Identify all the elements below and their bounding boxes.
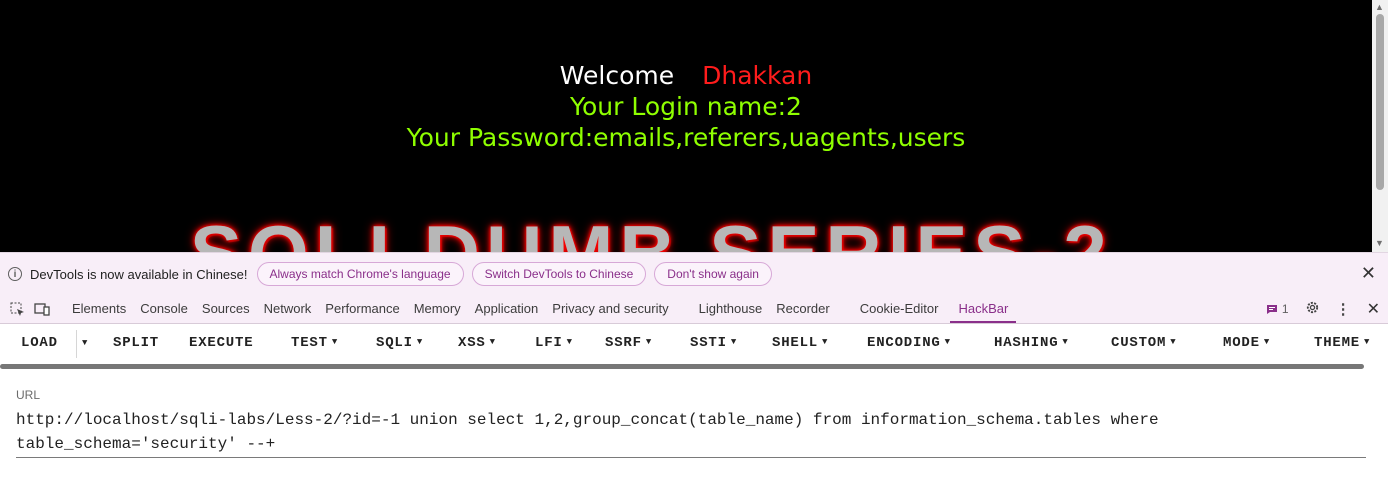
chevron-down-icon: ▼: [1263, 337, 1271, 347]
chevron-down-icon: ▼: [489, 337, 496, 347]
custom-menu-label: CUSTOM: [1111, 335, 1167, 351]
shell-menu-label: SHELL: [772, 335, 819, 351]
shell-menu[interactable]: SHELL ▼: [772, 335, 828, 351]
tab-privacy-security[interactable]: Privacy and security: [552, 295, 668, 323]
info-icon: i: [8, 267, 22, 281]
tab-hackbar[interactable]: HackBar: [950, 295, 1017, 323]
chevron-down-icon: ▼: [331, 337, 339, 347]
tab-application[interactable]: Application: [475, 295, 539, 323]
mode-menu-label: MODE: [1223, 335, 1260, 351]
devtools-tab-bar: Elements Console Sources Network Perform…: [0, 295, 1388, 324]
hackbar-toolbar: LOAD ▼ SPLIT EXECUTE TEST ▼ SQLI ▼ XSS ▼ LF…: [0, 324, 1388, 364]
encoding-menu-label: ENCODING: [867, 335, 941, 351]
chevron-down-icon: ▼: [944, 337, 951, 347]
tab-network[interactable]: Network: [264, 295, 312, 323]
switch-to-chinese-button[interactable]: Switch DevTools to Chinese: [471, 262, 647, 286]
xss-menu[interactable]: XSS ▼: [458, 335, 496, 351]
settings-gear-icon[interactable]: [1305, 300, 1320, 318]
toolbar-divider: [76, 330, 77, 358]
match-language-button[interactable]: Always match Chrome's language: [256, 262, 464, 286]
sqli-dumb-series-banner: SQLI DUMB SERIES-2: [190, 208, 1190, 252]
welcome-name: Dhakkan: [702, 61, 813, 90]
execute-button[interactable]: EXECUTE: [189, 335, 253, 351]
device-toolbar-icon[interactable]: [34, 301, 50, 317]
page-scrollbar[interactable]: ▲ ▼: [1372, 0, 1388, 252]
issues-counter[interactable]: 1: [1266, 302, 1289, 316]
tab-memory[interactable]: Memory: [414, 295, 461, 323]
more-options-icon[interactable]: ⋮: [1336, 300, 1351, 318]
ssrf-menu[interactable]: SSRF ▼: [605, 335, 652, 351]
ssti-menu[interactable]: SSTI ▼: [690, 335, 737, 351]
url-input-underline: [16, 457, 1366, 458]
lfi-menu[interactable]: LFI ▼: [535, 335, 573, 351]
test-menu[interactable]: TEST ▼: [291, 335, 338, 351]
scroll-down-icon[interactable]: ▼: [1375, 238, 1384, 248]
chevron-down-icon: ▼: [730, 337, 738, 347]
encoding-menu[interactable]: ENCODING ▼: [867, 335, 951, 351]
sqli-menu[interactable]: SQLI ▼: [376, 335, 423, 351]
infobar-message: DevTools is now available in Chinese!: [30, 266, 248, 282]
ssti-menu-label: SSTI: [690, 335, 727, 351]
web-page: Welcome Dhakkan Your Login name:2 Your Pa…: [0, 0, 1372, 252]
hashing-menu[interactable]: HASHING ▼: [994, 335, 1069, 351]
scrollbar-thumb[interactable]: [1376, 14, 1384, 190]
password-line: Your Password:emails,referers,uagents,us…: [406, 123, 966, 152]
theme-menu[interactable]: THEME ▼: [1314, 335, 1370, 351]
dont-show-again-button[interactable]: Don't show again: [654, 262, 772, 286]
welcome-block: Welcome Dhakkan Your Login name:2 Your Pa…: [0, 60, 1372, 153]
chevron-down-icon: ▼: [416, 337, 424, 347]
message-icon: [1266, 304, 1277, 314]
toolbar-horizontal-scrollbar[interactable]: [0, 364, 1364, 369]
inspect-element-icon[interactable]: [9, 301, 25, 317]
chevron-down-icon: ▼: [822, 337, 829, 347]
tab-lighthouse[interactable]: Lighthouse: [699, 295, 763, 323]
welcome-label: Welcome: [559, 61, 675, 90]
xss-menu-label: XSS: [458, 335, 486, 351]
url-label: URL: [16, 388, 41, 402]
close-icon[interactable]: ✕: [1361, 263, 1376, 284]
tab-cookie-editor[interactable]: Cookie-Editor: [860, 295, 939, 323]
ssrf-menu-label: SSRF: [605, 335, 642, 351]
theme-menu-label: THEME: [1314, 335, 1361, 351]
mode-menu[interactable]: MODE ▼: [1223, 335, 1270, 351]
split-button[interactable]: SPLIT: [113, 335, 159, 351]
chevron-down-icon: ▼: [1170, 337, 1177, 347]
tab-performance[interactable]: Performance: [325, 295, 399, 323]
login-name-line: Your Login name:2: [570, 92, 802, 121]
tab-sources[interactable]: Sources: [202, 295, 250, 323]
lfi-menu-label: LFI: [535, 335, 563, 351]
sqli-menu-label: SQLI: [376, 335, 413, 351]
hashing-menu-label: HASHING: [994, 335, 1059, 351]
chevron-down-icon: ▼: [645, 337, 653, 347]
tab-console[interactable]: Console: [140, 295, 188, 323]
chevron-down-icon: ▼: [1364, 337, 1371, 347]
tab-recorder[interactable]: Recorder: [776, 295, 829, 323]
load-options-dropdown-icon[interactable]: ▼: [82, 338, 88, 348]
close-devtools-icon[interactable]: ✕: [1367, 299, 1380, 319]
custom-menu[interactable]: CUSTOM ▼: [1111, 335, 1176, 351]
test-menu-label: TEST: [291, 335, 328, 351]
chevron-down-icon: ▼: [1062, 337, 1069, 347]
scroll-up-icon[interactable]: ▲: [1375, 2, 1384, 12]
issues-count: 1: [1281, 302, 1289, 316]
devtools-language-infobar: i DevTools is now available in Chinese! …: [0, 252, 1388, 296]
load-button[interactable]: LOAD: [21, 335, 58, 351]
url-input[interactable]: http://localhost/sqli-labs/Less-2/?id=-1…: [16, 408, 1196, 456]
tab-elements[interactable]: Elements: [72, 295, 126, 323]
chevron-down-icon: ▼: [566, 337, 573, 347]
